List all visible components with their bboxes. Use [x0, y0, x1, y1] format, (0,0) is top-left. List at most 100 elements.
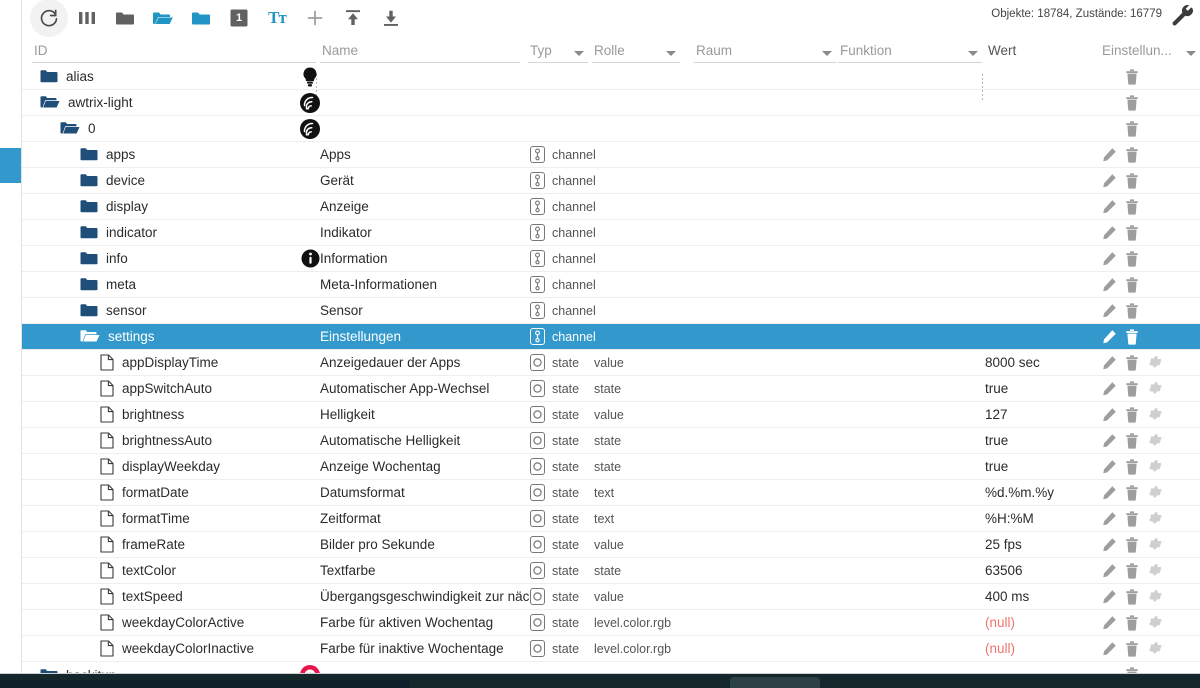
- expand-level-button[interactable]: 1: [220, 0, 258, 36]
- delete-icon[interactable]: [1125, 172, 1139, 189]
- row-value-cell[interactable]: 25 fps: [985, 537, 1022, 552]
- table-row[interactable]: indicator Indikator channel: [22, 220, 1200, 246]
- table-row[interactable]: info Information channel: [22, 246, 1200, 272]
- collapse-all-button[interactable]: [106, 0, 144, 36]
- export-button[interactable]: [372, 0, 410, 36]
- table-row[interactable]: frameRate Bilder pro Sekunde state value 25 …: [22, 532, 1200, 558]
- table-row[interactable]: weekdayColorInactive Farbe für inaktive W…: [22, 636, 1200, 662]
- delete-icon[interactable]: [1125, 302, 1139, 319]
- edit-icon[interactable]: [1102, 485, 1117, 500]
- table-row[interactable]: weekdayColorActive Farbe für aktiven Woch…: [22, 610, 1200, 636]
- text-size-button[interactable]: Tт: [258, 0, 296, 36]
- delete-icon[interactable]: [1125, 588, 1139, 605]
- delete-icon[interactable]: [1125, 354, 1139, 371]
- edit-icon[interactable]: [1102, 459, 1117, 474]
- table-row[interactable]: backitup: [22, 662, 1200, 673]
- row-value-cell[interactable]: 400 ms: [985, 589, 1029, 604]
- filter-raum[interactable]: Raum: [694, 36, 836, 64]
- settings-gear-icon[interactable]: [1147, 381, 1162, 396]
- table-row[interactable]: sensor Sensor channel: [22, 298, 1200, 324]
- edit-icon[interactable]: [1102, 641, 1117, 656]
- settings-gear-icon[interactable]: [1147, 641, 1162, 656]
- filter-typ[interactable]: Typ: [528, 36, 588, 64]
- row-value-cell[interactable]: (null): [985, 641, 1015, 656]
- table-row[interactable]: brightness Helligkeit state value 127: [22, 402, 1200, 428]
- delete-icon[interactable]: [1125, 146, 1139, 163]
- delete-icon[interactable]: [1125, 640, 1139, 657]
- table-row[interactable]: alias: [22, 64, 1200, 90]
- table-row[interactable]: textColor Textfarbe state state 63506: [22, 558, 1200, 584]
- row-value-cell[interactable]: 127: [985, 407, 1008, 422]
- columns-button[interactable]: [68, 0, 106, 36]
- row-value-cell[interactable]: %H:%M: [985, 511, 1034, 526]
- edit-icon[interactable]: [1102, 407, 1117, 422]
- settings-gear-icon[interactable]: [1147, 433, 1162, 448]
- delete-icon[interactable]: [1125, 614, 1139, 631]
- edit-icon[interactable]: [1102, 173, 1117, 188]
- delete-icon[interactable]: [1125, 94, 1139, 111]
- import-button[interactable]: [334, 0, 372, 36]
- edit-icon[interactable]: [1102, 615, 1117, 630]
- taskbar-window-item[interactable]: [730, 677, 820, 688]
- delete-icon[interactable]: [1125, 250, 1139, 267]
- edit-icon[interactable]: [1102, 199, 1117, 214]
- table-row[interactable]: textSpeed Übergangsgeschwindigkeit zur nä…: [22, 584, 1200, 610]
- settings-gear-icon[interactable]: [1147, 589, 1162, 604]
- expand-all-button[interactable]: [144, 0, 182, 36]
- refresh-button[interactable]: [30, 0, 68, 37]
- table-row[interactable]: appSwitchAuto Automatischer App-Wechsel st…: [22, 376, 1200, 402]
- table-row[interactable]: settings Einstellungen channel: [22, 324, 1200, 350]
- delete-icon[interactable]: [1125, 68, 1139, 85]
- delete-icon[interactable]: [1125, 120, 1139, 137]
- row-value-cell[interactable]: true: [985, 381, 1008, 396]
- taskbar-window-left[interactable]: [0, 680, 410, 688]
- settings-gear-icon[interactable]: [1147, 511, 1162, 526]
- delete-icon[interactable]: [1125, 406, 1139, 423]
- table-row[interactable]: brightnessAuto Automatische Helligkeit sta…: [22, 428, 1200, 454]
- edit-icon[interactable]: [1102, 589, 1117, 604]
- edit-icon[interactable]: [1102, 537, 1117, 552]
- edit-icon[interactable]: [1102, 381, 1117, 396]
- delete-icon[interactable]: [1125, 562, 1139, 579]
- settings-gear-icon[interactable]: [1147, 459, 1162, 474]
- delete-icon[interactable]: [1125, 536, 1139, 553]
- edit-icon[interactable]: [1102, 433, 1117, 448]
- delete-icon[interactable]: [1125, 198, 1139, 215]
- settings-gear-icon[interactable]: [1147, 485, 1162, 500]
- edit-icon[interactable]: [1102, 511, 1117, 526]
- settings-wrench-button[interactable]: [1170, 4, 1196, 35]
- filter-rolle[interactable]: Rolle: [592, 36, 680, 64]
- edit-icon[interactable]: [1102, 251, 1117, 266]
- row-value-cell[interactable]: true: [985, 433, 1008, 448]
- edit-icon[interactable]: [1102, 355, 1117, 370]
- filter-name[interactable]: Name: [320, 36, 520, 64]
- edit-icon[interactable]: [1102, 225, 1117, 240]
- delete-icon[interactable]: [1125, 276, 1139, 293]
- table-row[interactable]: display Anzeige channel: [22, 194, 1200, 220]
- settings-gear-icon[interactable]: [1147, 615, 1162, 630]
- settings-gear-icon[interactable]: [1147, 537, 1162, 552]
- sidebar-drawer-handle[interactable]: [0, 148, 21, 183]
- edit-icon[interactable]: [1102, 147, 1117, 162]
- add-object-button[interactable]: [296, 0, 334, 36]
- row-value-cell[interactable]: 8000 sec: [985, 355, 1040, 370]
- delete-icon[interactable]: [1125, 458, 1139, 475]
- filter-funktion[interactable]: Funktion: [838, 36, 982, 64]
- edit-icon[interactable]: [1102, 329, 1117, 344]
- settings-gear-icon[interactable]: [1147, 407, 1162, 422]
- filter-einstellungen[interactable]: Einstellun...: [1100, 36, 1196, 64]
- folder-button[interactable]: [182, 0, 220, 36]
- table-row[interactable]: 0: [22, 116, 1200, 142]
- row-value-cell[interactable]: %d.%m.%y: [985, 485, 1054, 500]
- table-row[interactable]: formatDate Datumsformat state text %d.%m.%y: [22, 480, 1200, 506]
- table-row[interactable]: awtrix-light: [22, 90, 1200, 116]
- table-row[interactable]: meta Meta-Informationen channel: [22, 272, 1200, 298]
- delete-icon[interactable]: [1125, 484, 1139, 501]
- delete-icon[interactable]: [1125, 328, 1139, 345]
- table-row[interactable]: device Gerät channel: [22, 168, 1200, 194]
- edit-icon[interactable]: [1102, 277, 1117, 292]
- delete-icon[interactable]: [1125, 432, 1139, 449]
- table-row[interactable]: apps Apps channel: [22, 142, 1200, 168]
- row-value-cell[interactable]: 63506: [985, 563, 1023, 578]
- delete-icon[interactable]: [1125, 224, 1139, 241]
